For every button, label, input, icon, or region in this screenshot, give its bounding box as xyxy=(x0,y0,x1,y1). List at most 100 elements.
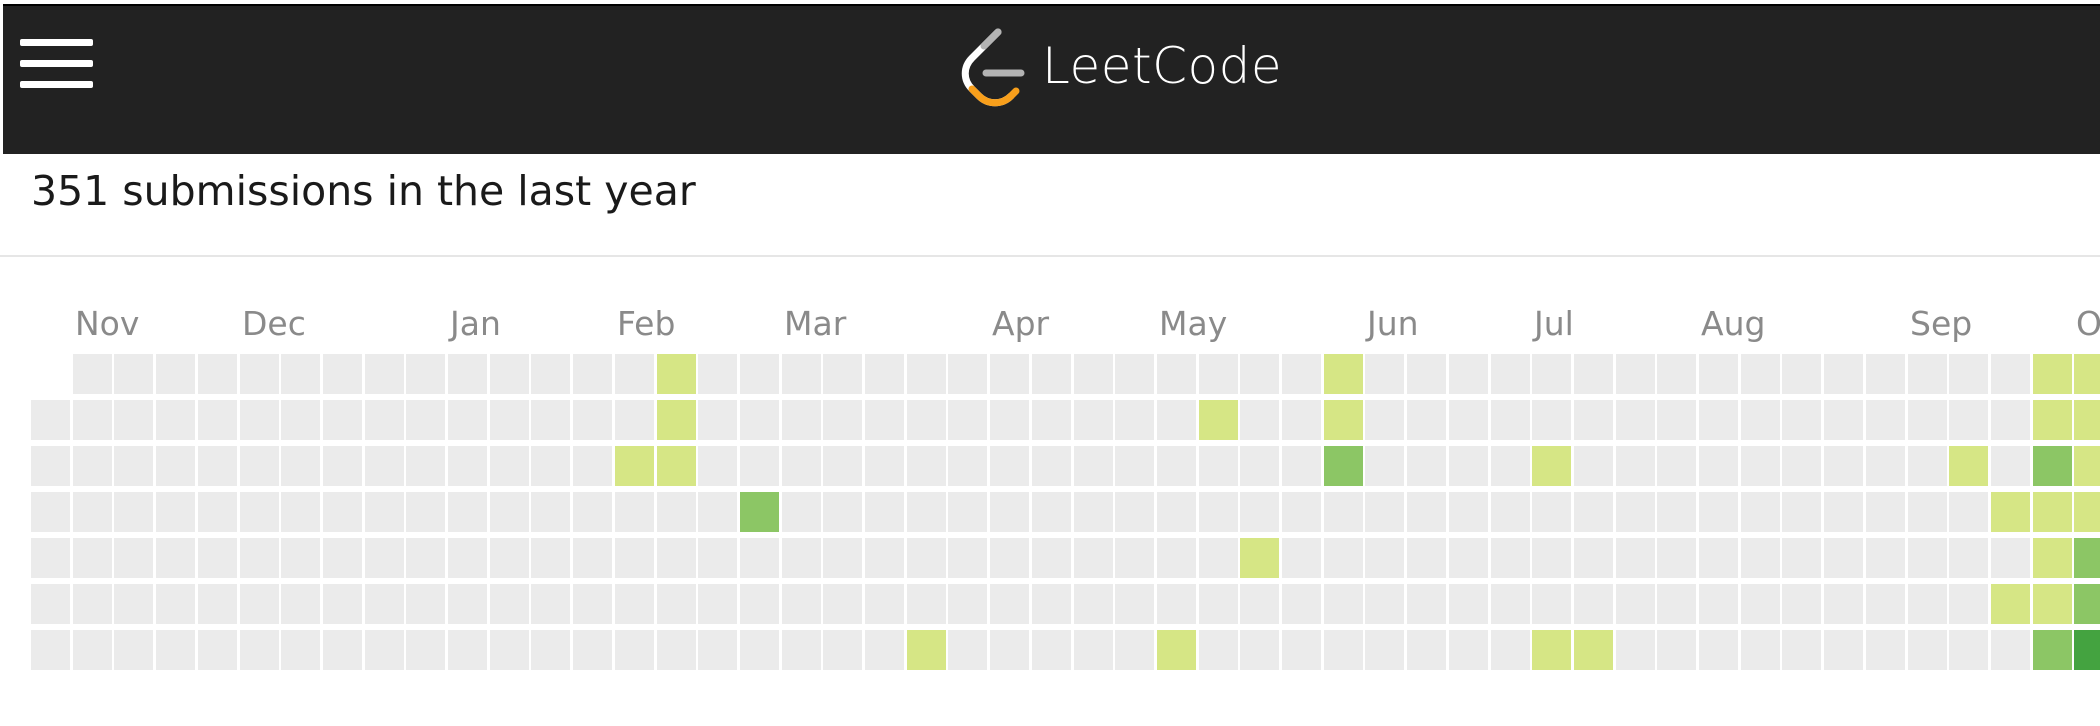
calendar-day-active[interactable] xyxy=(1324,354,1363,394)
calendar-day[interactable] xyxy=(657,584,696,624)
calendar-day[interactable] xyxy=(698,354,737,394)
hamburger-menu-icon[interactable] xyxy=(20,39,93,89)
calendar-day[interactable] xyxy=(1032,354,1071,394)
calendar-day[interactable] xyxy=(73,630,112,670)
calendar-day[interactable] xyxy=(198,400,237,440)
calendar-day[interactable] xyxy=(1908,584,1947,624)
calendar-day[interactable] xyxy=(1157,400,1196,440)
calendar-day[interactable] xyxy=(1782,630,1821,670)
calendar-day-active[interactable] xyxy=(2033,446,2072,486)
brand-link[interactable]: LeetCode xyxy=(958,24,1282,108)
calendar-day-active[interactable] xyxy=(2033,538,2072,578)
calendar-day[interactable] xyxy=(1282,584,1321,624)
calendar-day[interactable] xyxy=(448,630,487,670)
calendar-day[interactable] xyxy=(281,354,320,394)
calendar-day[interactable] xyxy=(240,538,279,578)
calendar-day[interactable] xyxy=(1657,538,1696,578)
calendar-day[interactable] xyxy=(698,492,737,532)
calendar-day[interactable] xyxy=(198,492,237,532)
calendar-day[interactable] xyxy=(1574,584,1613,624)
calendar-day[interactable] xyxy=(1908,538,1947,578)
calendar-day-active[interactable] xyxy=(657,354,696,394)
calendar-day[interactable] xyxy=(1532,400,1571,440)
calendar-day[interactable] xyxy=(782,630,821,670)
calendar-day-active[interactable] xyxy=(2033,492,2072,532)
calendar-day[interactable] xyxy=(1782,354,1821,394)
calendar-day[interactable] xyxy=(1074,492,1113,532)
calendar-day-active[interactable] xyxy=(2033,630,2072,670)
calendar-day[interactable] xyxy=(1657,584,1696,624)
calendar-day[interactable] xyxy=(615,400,654,440)
calendar-day[interactable] xyxy=(73,538,112,578)
calendar-day[interactable] xyxy=(1449,630,1488,670)
calendar-day-active[interactable] xyxy=(907,630,946,670)
calendar-day[interactable] xyxy=(531,630,570,670)
calendar-day[interactable] xyxy=(823,584,862,624)
calendar-day-active[interactable] xyxy=(1324,446,1363,486)
calendar-day[interactable] xyxy=(865,630,904,670)
calendar-day[interactable] xyxy=(907,492,946,532)
calendar-day[interactable] xyxy=(1532,354,1571,394)
calendar-day[interactable] xyxy=(1616,584,1655,624)
calendar-day[interactable] xyxy=(31,492,70,532)
calendar-day[interactable] xyxy=(698,630,737,670)
calendar-day[interactable] xyxy=(1866,400,1905,440)
calendar-day[interactable] xyxy=(1449,400,1488,440)
calendar-day[interactable] xyxy=(365,492,404,532)
calendar-day[interactable] xyxy=(1699,400,1738,440)
calendar-day[interactable] xyxy=(948,538,987,578)
calendar-day[interactable] xyxy=(907,538,946,578)
calendar-day[interactable] xyxy=(1282,538,1321,578)
calendar-day[interactable] xyxy=(1657,630,1696,670)
calendar-day[interactable] xyxy=(448,492,487,532)
calendar-day[interactable] xyxy=(198,538,237,578)
calendar-day[interactable] xyxy=(990,492,1029,532)
calendar-day[interactable] xyxy=(1741,584,1780,624)
calendar-day[interactable] xyxy=(448,400,487,440)
calendar-day-active[interactable] xyxy=(2074,446,2100,486)
calendar-day[interactable] xyxy=(531,446,570,486)
calendar-day[interactable] xyxy=(782,538,821,578)
calendar-day[interactable] xyxy=(907,400,946,440)
calendar-day[interactable] xyxy=(948,584,987,624)
calendar-day[interactable] xyxy=(1908,630,1947,670)
calendar-day[interactable] xyxy=(490,584,529,624)
calendar-day[interactable] xyxy=(1449,492,1488,532)
calendar-day[interactable] xyxy=(865,584,904,624)
calendar-day[interactable] xyxy=(948,492,987,532)
calendar-day[interactable] xyxy=(573,584,612,624)
calendar-day[interactable] xyxy=(1616,446,1655,486)
calendar-day[interactable] xyxy=(531,354,570,394)
calendar-day[interactable] xyxy=(323,492,362,532)
calendar-day[interactable] xyxy=(1449,538,1488,578)
calendar-day[interactable] xyxy=(365,400,404,440)
calendar-day[interactable] xyxy=(1365,492,1404,532)
calendar-day[interactable] xyxy=(1949,538,1988,578)
calendar-day[interactable] xyxy=(865,354,904,394)
calendar-day[interactable] xyxy=(1324,584,1363,624)
calendar-day-active[interactable] xyxy=(2074,630,2100,670)
calendar-day[interactable] xyxy=(73,584,112,624)
calendar-day[interactable] xyxy=(1574,354,1613,394)
calendar-day[interactable] xyxy=(531,400,570,440)
calendar-day[interactable] xyxy=(990,400,1029,440)
calendar-day[interactable] xyxy=(1157,584,1196,624)
calendar-day[interactable] xyxy=(73,400,112,440)
calendar-day[interactable] xyxy=(948,446,987,486)
calendar-day[interactable] xyxy=(990,446,1029,486)
calendar-day[interactable] xyxy=(1407,630,1446,670)
calendar-day[interactable] xyxy=(657,630,696,670)
calendar-day[interactable] xyxy=(1115,354,1154,394)
calendar-day-active[interactable] xyxy=(1991,584,2030,624)
calendar-day[interactable] xyxy=(114,354,153,394)
calendar-day[interactable] xyxy=(1741,630,1780,670)
calendar-day[interactable] xyxy=(1949,354,1988,394)
calendar-day[interactable] xyxy=(1741,492,1780,532)
calendar-day[interactable] xyxy=(1782,538,1821,578)
calendar-day[interactable] xyxy=(1991,354,2030,394)
calendar-day[interactable] xyxy=(1824,400,1863,440)
calendar-day[interactable] xyxy=(740,538,779,578)
calendar-day[interactable] xyxy=(1491,400,1530,440)
calendar-day[interactable] xyxy=(615,584,654,624)
calendar-day[interactable] xyxy=(1157,538,1196,578)
